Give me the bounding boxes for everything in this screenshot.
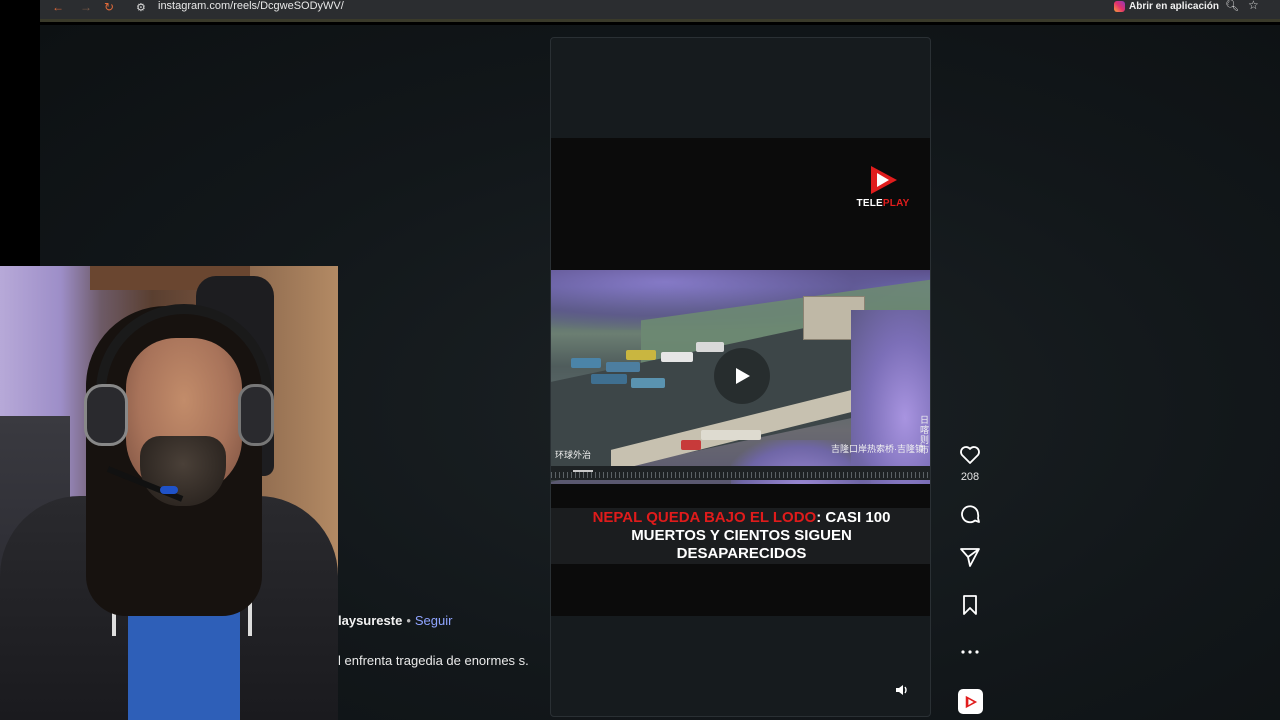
back-arrow-icon[interactable]: ← bbox=[52, 1, 64, 13]
teleplay-play-icon bbox=[867, 164, 899, 196]
comment-action[interactable] bbox=[950, 502, 990, 526]
teleplay-logo: TELEPLAY bbox=[851, 164, 915, 209]
more-icon[interactable] bbox=[958, 640, 982, 664]
volume-icon[interactable] bbox=[895, 683, 911, 699]
comment-icon[interactable] bbox=[958, 502, 982, 526]
save-action[interactable] bbox=[950, 593, 990, 617]
video-frame[interactable]: 环球外治 吉隆口岸热索桥·吉隆镇 日喀则市 bbox=[551, 270, 930, 484]
post-author-line: laysureste • Seguir bbox=[338, 613, 452, 628]
play-icon bbox=[736, 368, 750, 384]
audio-thumbnail[interactable] bbox=[958, 689, 983, 714]
reload-icon[interactable]: ↻ bbox=[104, 1, 114, 13]
reel-player[interactable]: TELEPLAY 环球外治 吉隆口岸热索桥·吉隆镇 日喀则市 NEPAL QUE… bbox=[550, 37, 931, 717]
teleplay-logo-text: TELEPLAY bbox=[856, 198, 910, 209]
video-progress-bar[interactable] bbox=[551, 466, 930, 480]
share-icon[interactable] bbox=[958, 545, 982, 569]
author-username[interactable]: laysureste bbox=[338, 613, 402, 628]
like-count: 208 bbox=[960, 471, 980, 483]
teleplay-audio-icon bbox=[965, 695, 977, 708]
open-app-label: Abrir en aplicación bbox=[1129, 0, 1220, 12]
headline-text: NEPAL QUEDA BAJO EL LODO: CASI 100 MUERT… bbox=[592, 509, 891, 562]
post-caption: l enfrenta tragedia de enormes s. bbox=[338, 653, 529, 668]
progress-fill bbox=[573, 470, 593, 472]
bookmark-icon[interactable] bbox=[958, 593, 982, 617]
more-action[interactable] bbox=[950, 640, 990, 664]
share-action[interactable] bbox=[950, 545, 990, 569]
forward-arrow-icon[interactable]: → bbox=[80, 1, 92, 13]
headline-banner: NEPAL QUEDA BAJO EL LODO: CASI 100 MUERT… bbox=[551, 508, 930, 564]
star-icon[interactable]: ☆ bbox=[1248, 0, 1259, 12]
follow-button[interactable]: Seguir bbox=[415, 613, 453, 628]
video-watermark-vertical: 日喀则市 bbox=[920, 415, 930, 455]
zoom-icon[interactable]: 🔍︎ bbox=[1225, 0, 1239, 12]
video-watermark-left: 环球外治 bbox=[555, 450, 592, 460]
separator-dot: • bbox=[406, 613, 411, 628]
instagram-icon bbox=[1114, 0, 1125, 12]
heart-icon[interactable] bbox=[958, 443, 982, 467]
play-button[interactable] bbox=[714, 348, 770, 404]
like-action[interactable]: 208 bbox=[950, 443, 990, 483]
address-bar[interactable]: instagram.com/reels/DcgweSODyWV/ bbox=[158, 0, 344, 12]
video-watermark-right: 吉隆口岸热索桥·吉隆镇 bbox=[831, 444, 924, 454]
browser-toolbar: ← → ↻ ⚙ instagram.com/reels/DcgweSODyWV/… bbox=[40, 0, 1280, 22]
open-app-button[interactable]: Abrir en aplicación bbox=[1110, 0, 1225, 13]
site-settings-icon[interactable]: ⚙ bbox=[136, 1, 146, 14]
webcam-overlay bbox=[0, 266, 338, 720]
